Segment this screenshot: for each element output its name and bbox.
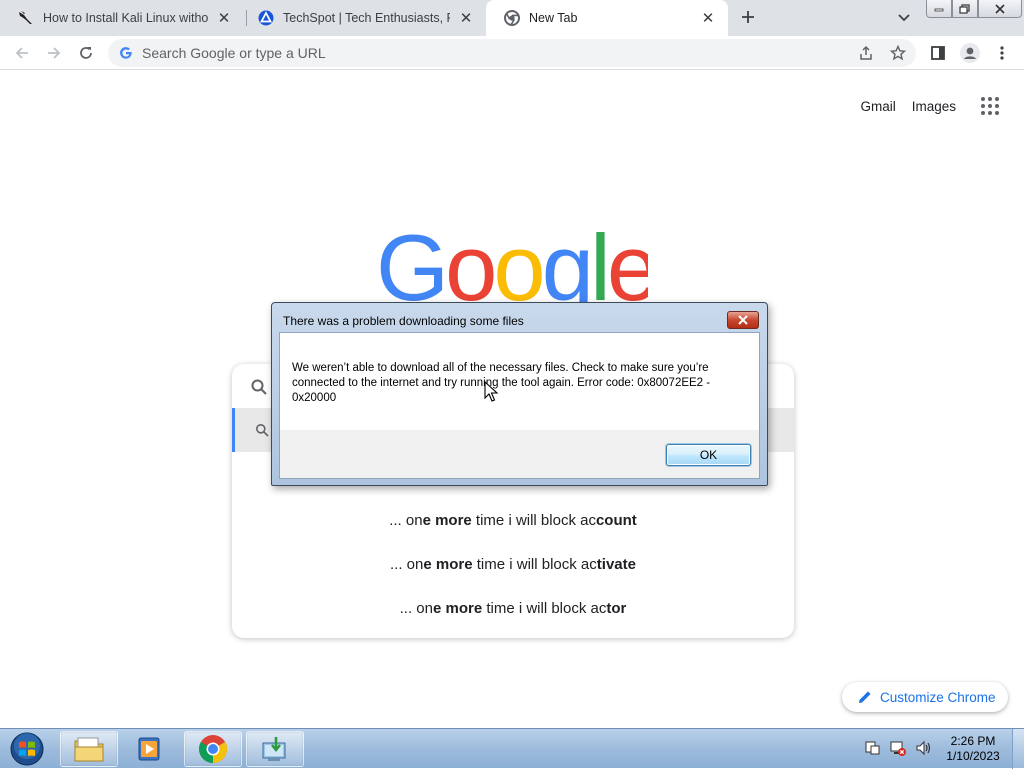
tab-title: TechSpot | Tech Enthusiasts, Pow (283, 11, 450, 25)
suggestion-item[interactable]: ... one more time i will block actor (232, 600, 794, 617)
search-icon (256, 424, 269, 437)
dialog-title: There was a problem downloading some fil… (283, 314, 524, 328)
share-button[interactable] (854, 41, 878, 65)
minimize-button[interactable] (926, 0, 952, 18)
show-desktop-button[interactable] (1012, 729, 1024, 769)
action-center-icon[interactable] (864, 739, 882, 757)
chevron-down-icon (898, 14, 910, 22)
google-logo-letter: g (541, 222, 594, 314)
ok-button[interactable]: OK (666, 444, 751, 466)
start-button[interactable] (8, 731, 46, 767)
techspot-icon (258, 10, 274, 26)
top-links: Gmail Images (860, 94, 1024, 118)
taskbar-media-player[interactable] (120, 731, 178, 767)
taskbar-chrome[interactable] (184, 731, 242, 767)
close-icon[interactable]: ✕ (216, 10, 232, 27)
back-button[interactable] (10, 41, 34, 65)
minimize-icon (934, 8, 944, 11)
folder-icon (74, 737, 104, 762)
plus-icon (742, 11, 754, 23)
windows-taskbar: 2:26 PM 1/10/2023 (0, 728, 1024, 769)
google-logo: Google (376, 222, 648, 314)
media-player-icon (138, 737, 160, 761)
arrow-left-icon (15, 47, 28, 59)
google-logo-letter: G (376, 222, 449, 314)
customize-chrome-label: Customize Chrome (880, 689, 996, 705)
suggestion-item[interactable]: ... one more time i will block account (232, 512, 794, 529)
google-logo-letter: l (589, 222, 611, 314)
error-dialog: There was a problem downloading some fil… (271, 302, 768, 486)
clock-date: 1/10/2023 (946, 749, 1000, 763)
new-tab-button[interactable] (736, 4, 760, 30)
windows-start-icon (10, 732, 44, 766)
mouse-cursor-icon (484, 381, 498, 402)
bookmark-button[interactable] (886, 41, 910, 65)
kali-dragon-icon (18, 10, 34, 26)
tab-search-button[interactable] (892, 8, 916, 28)
tab-new-tab[interactable]: New Tab ✕ (486, 0, 728, 36)
google-logo-letter: e (606, 222, 648, 314)
browser-toolbar (0, 36, 1024, 70)
search-icon (251, 379, 267, 395)
tab-title: New Tab (529, 11, 578, 25)
share-icon (860, 45, 872, 60)
restore-button[interactable] (952, 0, 978, 18)
arrow-right-icon (48, 47, 61, 59)
close-icon[interactable]: ✕ (458, 10, 474, 27)
side-panel-button[interactable] (926, 41, 950, 65)
volume-icon[interactable] (914, 739, 932, 757)
dialog-close-button[interactable] (727, 311, 759, 329)
dialog-message: We weren’t able to download all of the n… (292, 362, 711, 404)
apps-grid-icon[interactable] (978, 94, 1002, 118)
forward-button[interactable] (42, 41, 66, 65)
system-tray (864, 739, 939, 757)
dialog-body: We weren’t able to download all of the n… (279, 332, 760, 479)
dialog-footer: OK (280, 430, 759, 478)
pencil-icon (859, 691, 871, 703)
taskbar-media-creation-tool[interactable] (246, 731, 304, 767)
close-icon[interactable]: ✕ (700, 10, 716, 27)
kebab-menu-icon (1000, 46, 1004, 60)
media-creation-tool-icon (262, 737, 286, 761)
tab-title: How to Install Kali Linux without (43, 11, 208, 25)
clock-time: 2:26 PM (950, 734, 996, 748)
side-panel-icon (931, 46, 945, 60)
window-close-button[interactable] (978, 0, 1022, 18)
avatar-icon (960, 43, 980, 63)
omnibox-input[interactable] (142, 45, 842, 61)
chrome-icon (199, 735, 227, 763)
gmail-link[interactable]: Gmail (860, 99, 895, 114)
google-logo-letter: o (445, 222, 497, 314)
tab-techspot[interactable]: TechSpot | Tech Enthusiasts, Pow ✕ (240, 0, 486, 36)
reload-icon (80, 47, 92, 59)
chrome-icon (504, 10, 520, 26)
close-icon (738, 315, 748, 325)
customize-chrome-button[interactable]: Customize Chrome (842, 682, 1008, 712)
star-icon (890, 45, 906, 61)
restore-icon (959, 3, 970, 14)
network-error-icon[interactable] (889, 739, 907, 757)
taskbar-clock[interactable]: 2:26 PM 1/10/2023 (936, 734, 1010, 764)
google-g-icon (118, 45, 134, 61)
taskbar-explorer[interactable] (60, 731, 118, 767)
tab-strip: How to Install Kali Linux without ✕ Tech… (0, 0, 1024, 36)
window-controls (926, 0, 1022, 18)
tab-kali[interactable]: How to Install Kali Linux without ✕ (0, 0, 244, 36)
menu-button[interactable] (990, 41, 1014, 65)
google-logo-letter: o (493, 222, 545, 314)
profile-button[interactable] (958, 41, 982, 65)
suggestion-item[interactable]: ... one more time i will block activate (232, 556, 794, 573)
close-icon (995, 3, 1005, 14)
images-link[interactable]: Images (912, 99, 956, 114)
address-bar[interactable] (108, 39, 916, 67)
reload-button[interactable] (74, 41, 98, 65)
